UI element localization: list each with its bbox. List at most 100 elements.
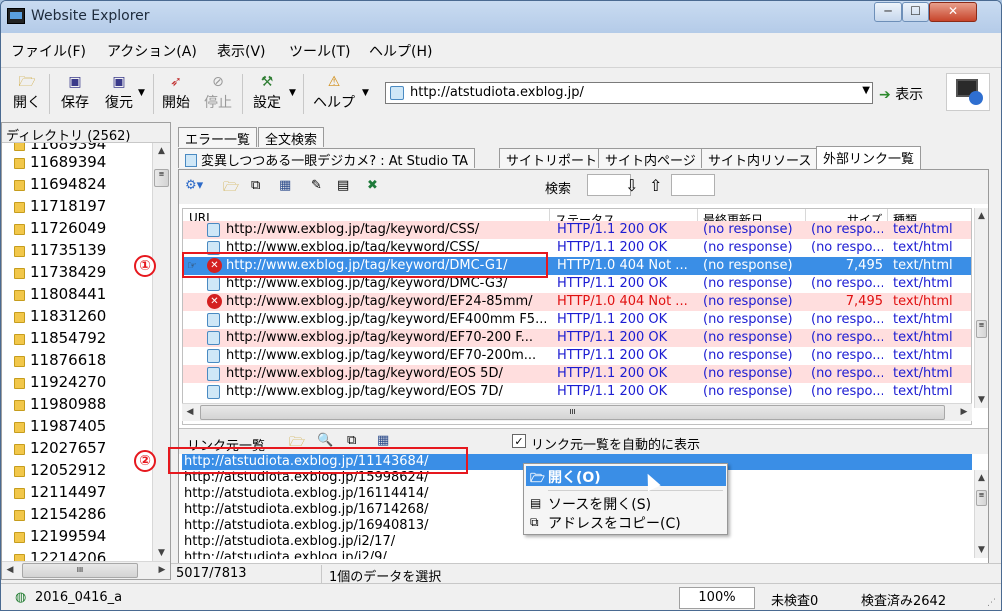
tree-header[interactable]: ディレクトリ (2562) [2,123,170,144]
info-bar: 5017/7813 1個のデータを選択 [171,563,1001,585]
tree-item[interactable]: 11831260 [14,307,106,325]
tab-external-links[interactable]: 外部リンク一覧 [816,146,922,169]
document-icon[interactable]: ▤ [337,178,349,193]
menu-tools[interactable]: ツール(T) [289,41,350,61]
tree-item[interactable]: 12027657 [14,439,106,457]
preview-icon[interactable]: 🔍 [317,433,333,448]
scroll-down-arrow[interactable]: ▼ [153,545,170,561]
scroll-down-arrow[interactable]: ▼ [975,542,988,558]
table-row[interactable]: http://www.exblog.jp/tag/keyword/EF70-20… [183,329,971,347]
restore-dropdown-arrow[interactable]: ▼ [138,88,145,98]
restore-disk-icon: ▣ [112,74,126,90]
tree-item[interactable]: 12114497 [14,483,106,501]
tree-item[interactable]: 11924270 [14,373,106,391]
resize-grip-icon[interactable]: ⋰ [987,598,999,610]
tab-site-resources[interactable]: サイト内リソース [701,148,819,169]
table-vertical-scrollbar[interactable]: ▲ ≡ ▼ [974,208,988,408]
action-menu-icon[interactable]: ⚙▾ [185,178,203,193]
table-icon[interactable]: ▦ [279,178,291,193]
copy-icon[interactable]: ⧉ [251,178,260,193]
tree-item[interactable]: 11735139 [14,241,106,259]
start-button[interactable]: ➶ 開始 [160,74,192,112]
context-open-source[interactable]: ▤ ソースを開く(S) [526,493,726,513]
tree-item[interactable]: 11980988 [14,395,106,413]
tree-item[interactable]: 11987405 [14,417,106,435]
search-up-button[interactable]: ⇧ [649,176,662,195]
scroll-down-arrow[interactable]: ▼ [975,392,988,408]
tree-item[interactable]: 11738429 [14,263,106,281]
scroll-thumb[interactable]: ≡ [976,320,987,338]
url-combobox[interactable]: http://atstudiota.exblog.jp/ ▼ [385,82,873,104]
tree-item[interactable]: 12052912 [14,461,106,479]
edit-icon[interactable]: ✎ [311,178,322,193]
help-button[interactable]: ⚠ ヘルプ [310,74,358,112]
go-button[interactable]: ➔ 表示 [879,84,923,104]
save-button[interactable]: ▣ 保存 [59,74,91,112]
open-button[interactable]: 🗁 開く [11,74,43,112]
search-input-2[interactable] [671,174,715,196]
copy-icon[interactable]: ⧉ [347,433,356,448]
tab-page-title[interactable]: 変異しつつある一眼デジカメ? : At Studio TA [178,148,476,169]
search-down-button[interactable]: ⇩ [625,176,638,195]
tree-item[interactable]: 11694824 [14,175,106,193]
stop-icon: ⊘ [212,74,224,90]
tree-item[interactable]: 11718197 [14,197,106,215]
tree-item[interactable]: 11876618 [14,351,106,369]
scroll-thumb[interactable]: ≡ [154,169,169,187]
scroll-left-arrow[interactable]: ◀ [182,404,198,421]
auto-show-checkbox[interactable]: ✓ [512,434,526,448]
scroll-thumb[interactable]: III [22,563,138,578]
scroll-left-arrow[interactable]: ◀ [2,562,18,579]
table-icon[interactable]: ▦ [377,433,389,448]
table-row[interactable]: http://www.exblog.jp/tag/keyword/EOS 5D/… [183,365,971,383]
scroll-thumb[interactable]: III [200,405,945,420]
table-row[interactable]: http://www.exblog.jp/tag/keyword/EOS 7D/… [183,383,971,401]
scroll-thumb[interactable]: ≡ [976,490,987,506]
open-folder-icon[interactable]: 🗁 [223,178,239,200]
tree-horizontal-scrollbar[interactable]: ◀ III ▶ [2,561,170,579]
context-open[interactable]: 🗁 開く(O) [526,466,726,486]
table-row[interactable]: http://www.exblog.jp/tag/keyword/EF70-20… [183,347,971,365]
tree-item[interactable]: 11808441 [14,285,106,303]
tab-error-list[interactable]: エラー一覧 [178,127,258,148]
minimize-button[interactable]: ─ [874,2,902,22]
tab-site-report[interactable]: サイトリポート [499,148,605,169]
tree-item[interactable]: 11726049 [14,219,106,237]
chevron-down-icon[interactable]: ▼ [862,85,870,96]
excel-icon[interactable]: ✖ [367,178,378,193]
referrer-vertical-scrollbar[interactable]: ▲ ≡ ▼ [974,470,988,558]
help-dropdown-arrow[interactable]: ▼ [362,88,369,98]
table-row[interactable]: http://www.exblog.jp/tag/keyword/CSS/HTT… [183,221,971,239]
menu-action[interactable]: アクション(A) [107,41,197,61]
tree-item[interactable]: 11689394 [14,153,106,171]
table-horizontal-scrollbar[interactable]: ◀ III ▶ [182,403,972,421]
settings-button[interactable]: ⚒ 設定 [251,74,283,112]
tab-fulltext-search[interactable]: 全文検索 [258,127,325,148]
list-item[interactable]: http://atstudiota.exblog.jp/i2/9/ [182,550,972,559]
tree-item[interactable]: 11689394 [14,143,106,153]
settings-dropdown-arrow[interactable]: ▼ [289,88,296,98]
menu-help[interactable]: ヘルプ(H) [369,41,432,61]
scroll-up-arrow[interactable]: ▲ [975,208,988,224]
table-row[interactable]: http://www.exblog.jp/tag/keyword/EF400mm… [183,311,971,329]
scroll-up-arrow[interactable]: ▲ [975,470,988,486]
tree-item[interactable]: 12154286 [14,505,106,523]
tree-item[interactable]: 12199594 [14,527,106,545]
scroll-right-arrow[interactable]: ▶ [154,562,170,579]
tab-site-pages[interactable]: サイト内ページ [598,148,703,169]
list-item[interactable]: http://atstudiota.exblog.jp/i2/17/ [182,534,972,550]
stop-button[interactable]: ⊘ 停止 [202,74,234,112]
context-copy-address[interactable]: ⧉ アドレスをコピー(C) [526,512,726,532]
tree-vertical-scrollbar[interactable]: ▲ ≡ ▼ [152,143,170,561]
menu-file[interactable]: ファイル(F) [11,41,86,61]
close-button[interactable]: ✕ [929,2,977,22]
menu-view[interactable]: 表示(V) [217,41,266,61]
table-row[interactable]: ✕ http://www.exblog.jp/tag/keyword/EF24-8… [183,293,971,311]
restore-button[interactable]: ▣ 復元 [101,74,137,112]
scroll-right-arrow[interactable]: ▶ [956,404,972,421]
tree-item[interactable]: 12214206 [14,549,106,561]
scroll-up-arrow[interactable]: ▲ [153,143,170,159]
tree-item[interactable]: 11854792 [14,329,106,347]
maximize-button[interactable]: ☐ [902,2,929,22]
context-open-label: 開く(O) [548,470,601,486]
